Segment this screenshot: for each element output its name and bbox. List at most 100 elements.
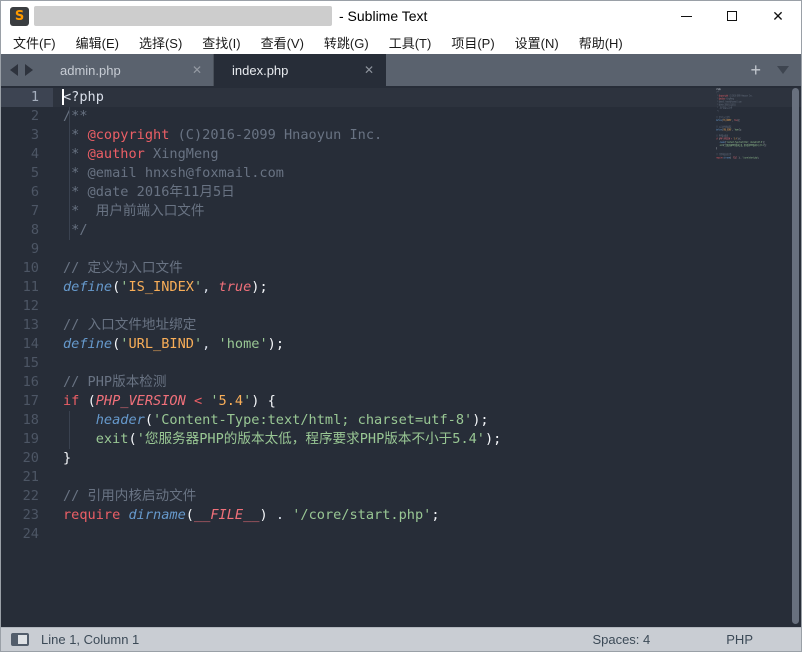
menu-item-4[interactable]: 查看(V) — [251, 31, 314, 54]
line-number: 24 — [1, 525, 53, 544]
line-number: 19 — [1, 430, 53, 449]
line-number: 10 — [1, 259, 53, 278]
code-line-9 — [63, 240, 801, 259]
code-line-15 — [63, 354, 801, 373]
close-button[interactable]: ✕ — [755, 1, 801, 31]
window-controls: ✕ — [663, 1, 801, 31]
tab-scroll-right-icon[interactable] — [25, 64, 33, 76]
menu-item-7[interactable]: 项目(P) — [441, 31, 504, 54]
sublime-window: S - Sublime Text ✕ 文件(F)编辑(E)选择(S)查找(I)查… — [0, 0, 802, 652]
menu-item-3[interactable]: 查找(I) — [192, 31, 250, 54]
minimap[interactable]: <?php/** * @copyright (C)2016-2099 Hnaoy… — [716, 88, 788, 298]
line-number: 18 — [1, 411, 53, 430]
code-line-11: define('IS_INDEX', true); — [716, 119, 724, 122]
code-line-20: } — [63, 449, 801, 468]
menu-item-1[interactable]: 编辑(E) — [66, 31, 129, 54]
sublime-logo-icon: S — [10, 7, 29, 26]
caret-position-label: Line 1, Column 1 — [41, 632, 139, 647]
code-line-8: */ — [63, 221, 801, 240]
redacted-filepath — [34, 6, 332, 26]
line-number: 21 — [1, 468, 53, 487]
text-caret — [62, 89, 64, 105]
window-title: - Sublime Text — [339, 8, 427, 24]
tab-close-icon[interactable]: ✕ — [364, 63, 374, 77]
menu-item-9[interactable]: 帮助(H) — [569, 31, 633, 54]
code-line-6: * @date 2016年11月5日 — [63, 183, 801, 202]
code-line-7: * 用户前端入口文件 — [63, 202, 801, 221]
tab-label: index.php — [232, 63, 364, 78]
tab-scroll-left-icon[interactable] — [10, 64, 18, 76]
line-number: 9 — [1, 240, 53, 259]
indent-guide — [69, 107, 70, 240]
line-number: 15 — [1, 354, 53, 373]
sidebar-toggle-icon[interactable] — [11, 633, 29, 646]
code-area[interactable]: <?php/** * @copyright (C)2016-2099 Hnaoy… — [53, 86, 801, 627]
code-line-11: define('IS_INDEX', true); — [63, 278, 801, 297]
menubar: 文件(F)编辑(E)选择(S)查找(I)查看(V)转跳(G)工具(T)项目(P)… — [1, 31, 801, 54]
editor[interactable]: 123456789101112131415161718192021222324 … — [1, 86, 801, 627]
line-number: 1 — [1, 88, 53, 107]
code-line-14: define('URL_BIND', 'home'); — [63, 335, 801, 354]
line-number: 16 — [1, 373, 53, 392]
menu-item-8[interactable]: 设置(N) — [505, 31, 569, 54]
code-line-21 — [63, 468, 801, 487]
line-number: 14 — [1, 335, 53, 354]
indentation-setting[interactable]: Spaces: 4 — [592, 632, 650, 647]
code-line-23: require dirname(__FILE__) . '/core/start… — [716, 156, 724, 159]
code-line-5: * @email hnxsh@foxmail.com — [63, 164, 801, 183]
vertical-scrollbar[interactable] — [792, 88, 799, 624]
tab-admin.php[interactable]: admin.php✕ — [42, 54, 214, 86]
line-number: 8 — [1, 221, 53, 240]
menu-item-5[interactable]: 转跳(G) — [314, 31, 379, 54]
code-line-19: exit('您服务器PHP的版本太低，程序要求PHP版本不小于5.4'); — [63, 430, 801, 449]
tab-index.php[interactable]: index.php✕ — [214, 54, 386, 86]
line-number: 17 — [1, 392, 53, 411]
maximize-button[interactable] — [709, 1, 755, 31]
syntax-mode[interactable]: PHP — [726, 632, 753, 647]
current-line-highlight — [53, 88, 801, 107]
minimize-icon — [681, 16, 692, 17]
menu-item-0[interactable]: 文件(F) — [3, 31, 66, 54]
new-tab-button[interactable]: + — [750, 61, 761, 79]
line-number-gutter: 123456789101112131415161718192021222324 — [1, 86, 53, 627]
code-line-12 — [63, 297, 801, 316]
code-line-13: // 入口文件地址绑定 — [63, 316, 801, 335]
line-number: 3 — [1, 126, 53, 145]
indent-guide — [69, 411, 70, 449]
close-icon: ✕ — [772, 9, 784, 23]
line-number: 23 — [1, 506, 53, 525]
line-number: 11 — [1, 278, 53, 297]
line-number: 4 — [1, 145, 53, 164]
code-line-4: * @author XingMeng — [63, 145, 801, 164]
code-line-22: // 引用内核启动文件 — [63, 487, 801, 506]
line-number: 13 — [1, 316, 53, 335]
titlebar: S - Sublime Text ✕ — [1, 1, 801, 31]
minimize-button[interactable] — [663, 1, 709, 31]
code-line-14: define('URL_BIND', 'home'); — [716, 128, 724, 131]
tab-actions: + — [750, 54, 789, 86]
code-line-23: require dirname(__FILE__) . '/core/start… — [63, 506, 801, 525]
tab-nav — [1, 54, 42, 86]
code-line-3: * @copyright (C)2016-2099 Hnaoyun Inc. — [63, 126, 801, 145]
line-number: 12 — [1, 297, 53, 316]
code-line-24 — [716, 159, 724, 162]
menu-item-6[interactable]: 工具(T) — [379, 31, 442, 54]
tabbar: admin.php✕index.php✕ + — [1, 54, 801, 86]
menu-item-2[interactable]: 选择(S) — [129, 31, 192, 54]
code-line-24 — [63, 525, 801, 544]
line-number: 2 — [1, 107, 53, 126]
tab-overflow-icon[interactable] — [777, 66, 789, 74]
code-line-16: // PHP版本检测 — [63, 373, 801, 392]
code-line-17: if (PHP_VERSION < '5.4') { — [63, 392, 801, 411]
statusbar-right: Spaces: 4 PHP — [592, 632, 791, 647]
line-number: 22 — [1, 487, 53, 506]
statusbar: Line 1, Column 1 Spaces: 4 PHP — [1, 627, 801, 651]
line-number: 20 — [1, 449, 53, 468]
code-line-10: // 定义为入口文件 — [63, 259, 801, 278]
tab-close-icon[interactable]: ✕ — [192, 63, 202, 77]
line-number: 7 — [1, 202, 53, 221]
line-number: 5 — [1, 164, 53, 183]
minimap-content: <?php/** * @copyright (C)2016-2099 Hnaoy… — [716, 88, 724, 162]
code-line-18: header('Content-Type:text/html; charset=… — [63, 411, 801, 430]
code-lines: <?php/** * @copyright (C)2016-2099 Hnaoy… — [63, 88, 801, 544]
